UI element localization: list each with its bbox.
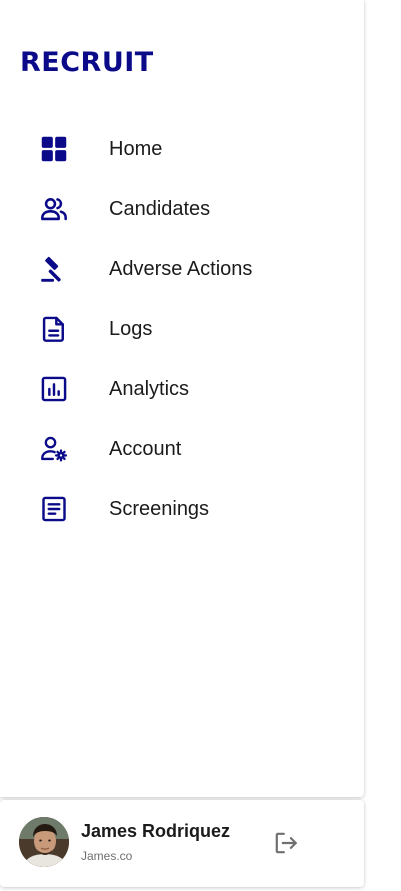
avatar[interactable] bbox=[19, 817, 69, 867]
logout-icon bbox=[275, 832, 297, 854]
grid-icon bbox=[38, 133, 70, 165]
user-card: James Rodriquez James.co bbox=[0, 800, 364, 887]
document-icon bbox=[38, 313, 70, 345]
sidebar-item-candidates[interactable]: Candidates bbox=[0, 179, 364, 239]
bar-chart-icon bbox=[38, 373, 70, 405]
sidebar-item-label: Home bbox=[109, 137, 163, 160]
user-settings-icon bbox=[38, 433, 70, 465]
sidebar-item-adverse-actions[interactable]: Adverse Actions bbox=[0, 239, 364, 299]
sidebar-item-label: Adverse Actions bbox=[109, 257, 253, 280]
sidebar-item-home[interactable]: Home bbox=[0, 119, 364, 179]
sidebar-item-account[interactable]: Account bbox=[0, 419, 364, 479]
user-name: James Rodriquez bbox=[81, 821, 231, 841]
user-org: James.co bbox=[81, 849, 133, 863]
sidebar-item-label: Account bbox=[109, 437, 182, 460]
logout-button[interactable] bbox=[271, 829, 301, 857]
sidebar-item-label: Analytics bbox=[109, 377, 190, 400]
sidebar-item-label: Screenings bbox=[109, 497, 210, 520]
gavel-icon bbox=[38, 253, 70, 285]
sidebar-item-label: Logs bbox=[109, 317, 153, 340]
users-icon bbox=[38, 193, 70, 225]
sidebar-item-logs[interactable]: Logs bbox=[0, 299, 364, 359]
sidebar-item-label: Candidates bbox=[109, 197, 211, 220]
sidebar: RECRUIT Home Candidates Adverse Actions … bbox=[0, 0, 364, 797]
list-document-icon bbox=[38, 493, 70, 525]
sidebar-nav: Home Candidates Adverse Actions Logs Ana… bbox=[0, 119, 364, 539]
sidebar-item-analytics[interactable]: Analytics bbox=[0, 359, 364, 419]
sidebar-item-screenings[interactable]: Screenings bbox=[0, 479, 364, 539]
app-logo[interactable]: RECRUIT bbox=[20, 47, 154, 78]
